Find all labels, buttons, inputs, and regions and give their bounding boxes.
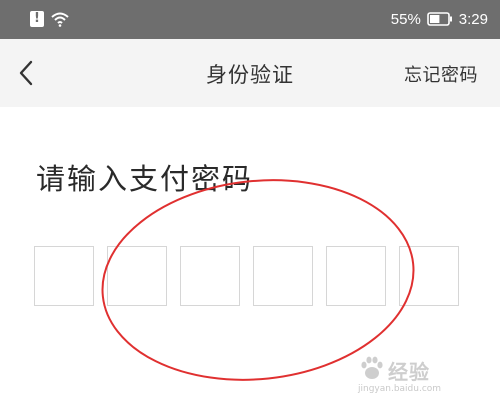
nav-bar: 身份验证 忘记密码 [0,39,500,107]
pay-password-heading: 请输入支付密码 [36,162,254,196]
alert-icon: ! [30,11,44,27]
status-bar: ! 55% 3:29 [0,0,500,39]
status-right: 55% 3:29 [391,9,488,29]
pin-box-4[interactable] [253,246,313,306]
clock-time: 3:29 [458,10,488,28]
status-left-icons: ! [30,10,70,28]
watermark-domain: jingyan.baidu.com [358,384,442,394]
battery-icon [426,12,453,26]
wifi-icon [50,11,70,27]
pin-box-5[interactable] [326,246,386,306]
pin-box-1[interactable] [34,246,94,306]
forgot-password-link[interactable]: 忘记密码 [404,61,478,87]
baidu-jingyan-watermark: 经验 jingyan.baidu.com [354,350,494,398]
pin-box-2[interactable] [107,246,167,306]
watermark-brand: 经验 [388,360,430,384]
pin-box-3[interactable] [180,246,240,306]
battery-percent: 55% [390,10,421,28]
paw-icon [361,356,383,379]
pin-box-6[interactable] [399,246,459,306]
